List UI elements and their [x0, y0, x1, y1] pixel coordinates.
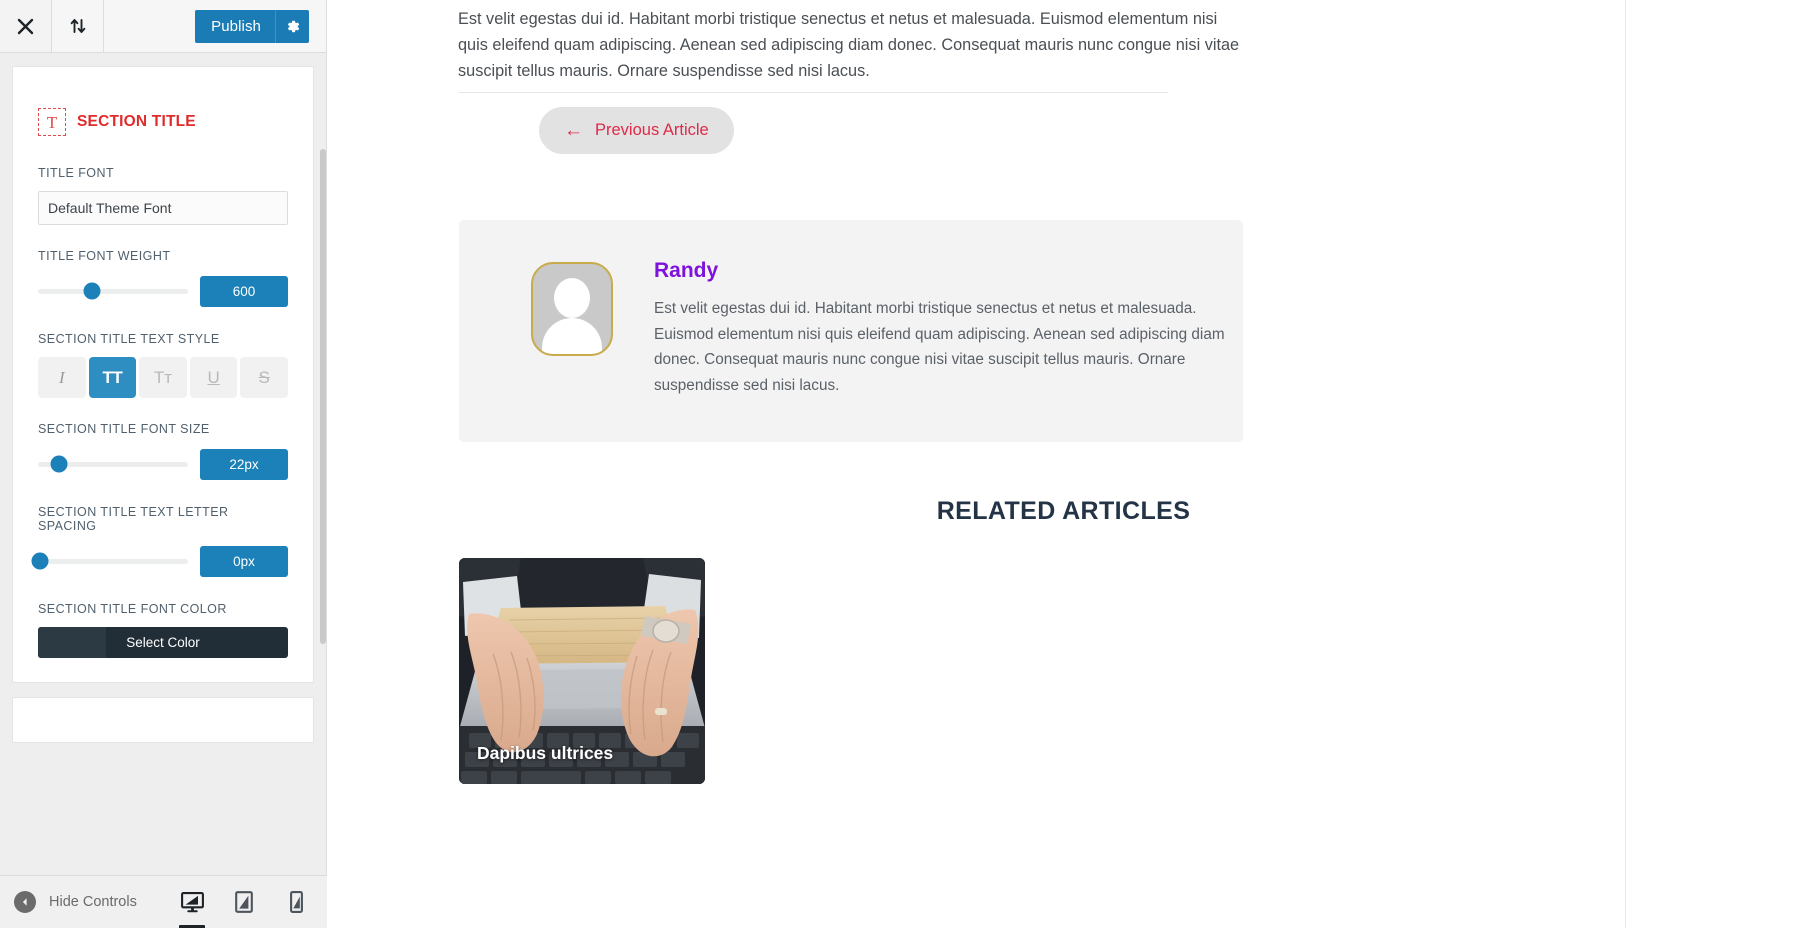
slider-track	[31, 552, 188, 570]
content-divider	[458, 92, 1168, 93]
control-section-title-font-color: SECTION TITLE FONT COLOR Select Color	[13, 602, 313, 658]
control-label: SECTION TITLE FONT COLOR	[38, 602, 227, 616]
sort-updown-icon[interactable]	[52, 0, 104, 52]
customizer-footer: Hide Controls	[0, 875, 327, 928]
underline-button[interactable]: U	[189, 357, 238, 398]
control-label: TITLE FONT WEIGHT	[38, 249, 171, 263]
author-name[interactable]: Randy	[654, 259, 718, 283]
title-font-weight-value[interactable]: 600	[200, 275, 288, 307]
control-label: SECTION TITLE TEXT LETTER SPACING	[38, 505, 229, 533]
control-section-title-font-size: SECTION TITLE FONT SIZE 22px	[13, 422, 313, 481]
previous-article-button[interactable]: ← Previous Article	[539, 107, 734, 154]
author-box: Randy Est velit egestas dui id. Habitant…	[459, 220, 1243, 442]
header-spacer	[104, 0, 196, 52]
author-bio: Est velit egestas dui id. Habitant morbi…	[654, 300, 1225, 394]
tablet-icon[interactable]	[229, 885, 259, 919]
slider-track	[38, 282, 188, 300]
chevron-left-circle-icon	[14, 891, 36, 913]
previous-article-label: Previous Article	[595, 121, 709, 139]
slider-row: 0px	[31, 544, 288, 578]
customizer-header: Publish	[0, 0, 326, 53]
section-title-font-size-slider[interactable]	[38, 447, 188, 481]
arrow-left-icon: ←	[564, 120, 583, 141]
hide-controls-button[interactable]: Hide Controls	[0, 891, 137, 913]
user-placeholder-icon-body	[542, 318, 602, 354]
section-title-card: T SECTION TITLE TITLE FONT Default Theme…	[12, 66, 314, 683]
control-section-title-text-style: SECTION TITLE TEXT STYLE I TT Tт U S	[13, 332, 313, 398]
control-title-font-weight: TITLE FONT WEIGHT 600	[13, 249, 313, 308]
section-title-letter-spacing-slider[interactable]	[31, 544, 188, 578]
control-label: SECTION TITLE FONT SIZE	[38, 422, 210, 436]
mobile-icon[interactable]	[281, 885, 311, 919]
select-color-label: Select Color	[126, 635, 200, 650]
avatar	[531, 262, 613, 356]
select-color-button[interactable]: Select Color	[38, 627, 288, 658]
user-placeholder-icon-head	[554, 278, 590, 318]
color-swatch	[38, 627, 106, 658]
device-preview-buttons	[177, 885, 327, 928]
slider-knob[interactable]	[83, 282, 101, 300]
control-title-font: TITLE FONT Default Theme Font	[13, 166, 313, 225]
desktop-icon[interactable]	[177, 885, 207, 928]
section-title-font-size-value[interactable]: 22px	[200, 448, 288, 480]
close-icon[interactable]	[0, 0, 52, 52]
section-title-label: SECTION TITLE	[77, 113, 196, 130]
gear-icon[interactable]	[275, 9, 309, 43]
related-articles-heading: RELATED ARTICLES	[936, 497, 1191, 525]
text-tool-icon: T	[38, 108, 66, 136]
next-section-card[interactable]	[12, 697, 314, 743]
slider-knob[interactable]	[31, 552, 48, 570]
site-preview: Est velit egestas dui id. Habitant morbi…	[327, 0, 1800, 928]
customizer-app: Publish T SECTION TITLE TITLE FONT Defau…	[0, 0, 1800, 928]
slider-track	[38, 455, 188, 473]
slider-knob[interactable]	[50, 455, 68, 473]
control-label: TITLE FONT	[38, 166, 115, 180]
panel-scrollbar[interactable]	[320, 149, 326, 644]
title-font-select[interactable]: Default Theme Font	[38, 191, 288, 225]
customizer-scroll-area: T SECTION TITLE TITLE FONT Default Theme…	[0, 53, 326, 928]
slider-row: 600	[38, 274, 288, 308]
text-style-button-group: I TT Tт U S	[38, 357, 288, 398]
control-label: SECTION TITLE TEXT STYLE	[38, 332, 220, 346]
title-font-weight-slider[interactable]	[38, 274, 188, 308]
related-article-title: Dapibus ultrices	[477, 743, 614, 763]
related-article-card[interactable]: Dapibus ultrices	[459, 558, 705, 784]
hide-controls-label: Hide Controls	[49, 894, 137, 910]
strikethrough-button[interactable]: S	[240, 357, 288, 398]
uppercase-button[interactable]: TT	[88, 357, 137, 398]
italic-button[interactable]: I	[38, 357, 86, 398]
section-header: T SECTION TITLE	[13, 67, 313, 136]
section-title-letter-spacing-value[interactable]: 0px	[200, 545, 288, 577]
publish-button[interactable]: Publish	[195, 9, 275, 43]
capitalize-button[interactable]: Tт	[139, 357, 187, 398]
publish-group: Publish	[195, 0, 326, 52]
intro-paragraph: Est velit egestas dui id. Habitant morbi…	[458, 10, 1240, 80]
customizer-panel: Publish T SECTION TITLE TITLE FONT Defau…	[0, 0, 327, 928]
slider-row: 22px	[38, 447, 288, 481]
preview-right-divider	[1625, 0, 1626, 928]
control-section-title-letter-spacing: SECTION TITLE TEXT LETTER SPACING 0px	[13, 505, 313, 578]
